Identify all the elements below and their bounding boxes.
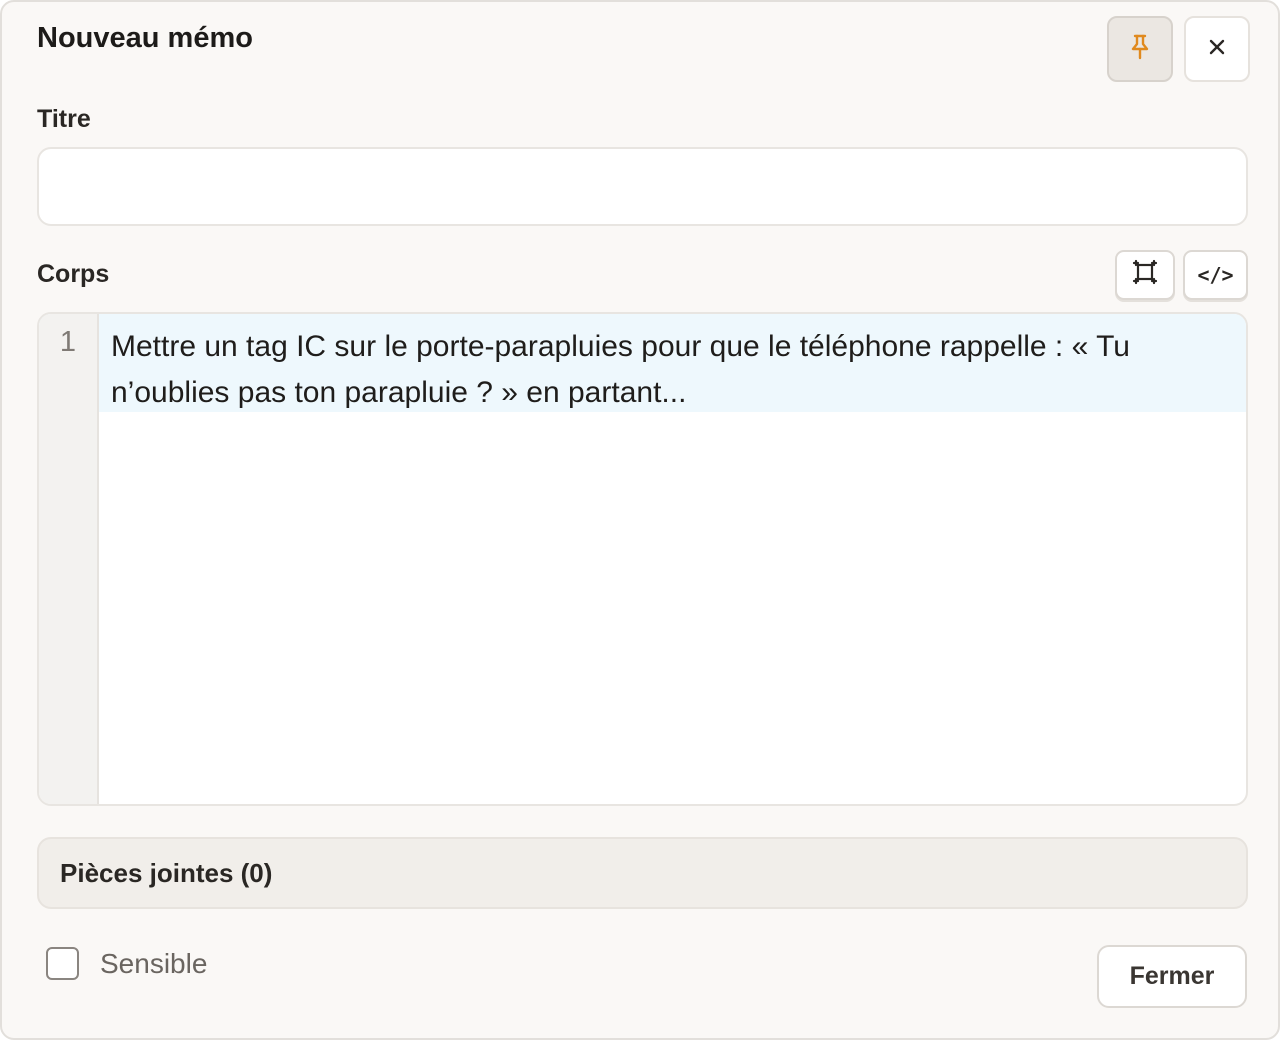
expand-editor-button[interactable] bbox=[1115, 250, 1175, 300]
body-label: Corps bbox=[37, 260, 110, 288]
sensitive-label[interactable]: Sensible bbox=[100, 948, 207, 980]
fermer-button[interactable]: Fermer bbox=[1097, 945, 1247, 1008]
pin-button[interactable] bbox=[1107, 16, 1173, 82]
new-memo-dialog: Nouveau mémo Titre Corps </> 1 Mettre un… bbox=[0, 0, 1280, 1040]
sensitive-checkbox[interactable] bbox=[46, 947, 79, 980]
title-label: Titre bbox=[37, 105, 91, 133]
body-editor[interactable]: 1 Mettre un tag IC sur le porte-paraplui… bbox=[37, 312, 1248, 806]
close-icon bbox=[1208, 38, 1226, 61]
close-dialog-button[interactable] bbox=[1184, 16, 1250, 82]
code-view-button[interactable]: </> bbox=[1183, 250, 1248, 300]
pin-icon bbox=[1128, 33, 1152, 66]
attachments-label: Pièces jointes (0) bbox=[60, 857, 273, 888]
expand-icon bbox=[1131, 258, 1159, 292]
attachments-section[interactable]: Pièces jointes (0) bbox=[37, 837, 1248, 909]
line-number-gutter bbox=[39, 314, 99, 804]
dialog-title: Nouveau mémo bbox=[37, 22, 253, 54]
editor-line[interactable]: Mettre un tag IC sur le porte-parapluies… bbox=[111, 324, 1226, 416]
title-input[interactable] bbox=[37, 147, 1248, 226]
line-number: 1 bbox=[59, 326, 77, 358]
